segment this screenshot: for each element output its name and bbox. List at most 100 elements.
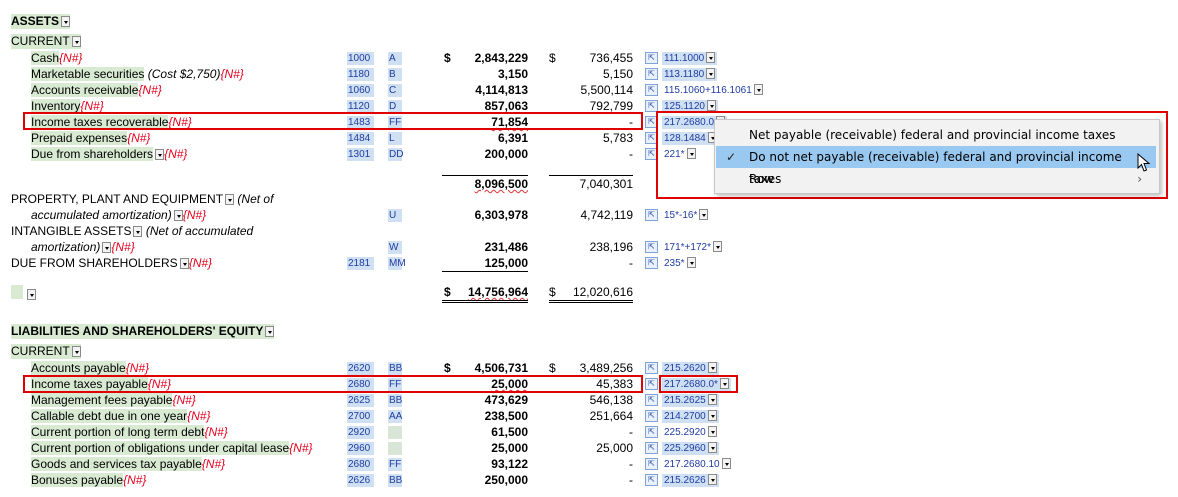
lead-code[interactable]	[388, 442, 402, 455]
current-dropdown[interactable]	[71, 36, 81, 47]
link-icon[interactable]: ⇱	[645, 378, 658, 390]
lead-code[interactable]: BB	[388, 362, 402, 375]
reference-code[interactable]: 113.1180	[662, 68, 718, 81]
ppe-lead[interactable]: U	[388, 209, 402, 222]
lead-code[interactable]: BB	[388, 474, 402, 487]
reference-code[interactable]: 214.2700	[662, 410, 719, 423]
ref-highlight	[659, 375, 738, 393]
account-number[interactable]: 2680	[347, 458, 374, 471]
row-label: Callable debt due in one year{N#}	[31, 409, 211, 423]
row-dropdown[interactable]	[155, 149, 165, 160]
mouse-cursor-icon	[1137, 153, 1151, 172]
intangible-note-dropdown[interactable]	[102, 242, 112, 253]
current-assets-total: 8,096,500	[474, 177, 528, 191]
lead-code[interactable]: FF	[388, 458, 402, 471]
ref-dropdown[interactable]	[753, 84, 763, 95]
prior-year-value: 251,664	[589, 409, 633, 423]
reference-code[interactable]: 215.2625	[662, 394, 719, 407]
check-icon: ✓	[726, 150, 737, 164]
lead-code[interactable]: DD	[388, 148, 403, 161]
current-year-value: 61,500	[491, 425, 528, 439]
link-icon[interactable]: ⇱	[645, 209, 658, 221]
ref-dropdown[interactable]	[707, 474, 717, 485]
due-label: DUE FROM SHAREHOLDERS {N#}	[11, 256, 213, 270]
prior-year-value: -	[629, 457, 633, 471]
current-year-value: 6,391	[497, 131, 528, 145]
account-number[interactable]: 2620	[347, 362, 374, 375]
lead-code[interactable]: B	[388, 68, 402, 81]
ref-dropdown[interactable]	[707, 442, 717, 453]
due-acct[interactable]: 2181	[347, 257, 374, 270]
ref-dropdown[interactable]	[706, 52, 716, 63]
income-taxes-payable-highlight	[23, 375, 643, 393]
liabilities-heading-dropdown[interactable]	[265, 326, 275, 337]
link-icon[interactable]: ⇱	[645, 68, 658, 80]
reference-code[interactable]: 215.2620	[662, 362, 719, 375]
ref-dropdown[interactable]	[706, 100, 716, 111]
menu-item-do-not-net[interactable]: ✓ Do not net payable (receivable) federa…	[716, 146, 1156, 186]
ppe-label: PROPERTY, PLANT AND EQUIPMENT (Net of	[11, 192, 274, 206]
account-number[interactable]: 1060	[347, 84, 374, 97]
ref-dropdown[interactable]	[707, 426, 717, 437]
total-dropdown[interactable]	[27, 289, 36, 300]
intangible-dropdown[interactable]	[133, 226, 143, 237]
reference-code[interactable]: 115.1060+116.1061	[662, 84, 765, 97]
account-number[interactable]: 2920	[347, 426, 374, 439]
due-lead[interactable]: MM	[388, 257, 406, 270]
lead-code[interactable]: BB	[388, 394, 402, 407]
reference-code[interactable]: 225.2920	[662, 426, 719, 439]
due-current: 125,000	[484, 256, 528, 270]
context-menu: Net payable (receivable) federal and pro…	[714, 119, 1160, 194]
link-icon[interactable]: ⇱	[645, 52, 658, 64]
account-number[interactable]: 1180	[347, 68, 374, 81]
lead-code[interactable]	[388, 426, 402, 439]
link-icon[interactable]: ⇱	[645, 474, 658, 486]
reference-code[interactable]: 217.2680.10	[662, 458, 733, 471]
account-number[interactable]: 2626	[347, 474, 374, 487]
current-year-value: 238,500	[484, 409, 528, 423]
lead-code[interactable]: L	[388, 132, 402, 145]
reference-code[interactable]: 111.1000	[662, 52, 718, 65]
ppe-dropdown[interactable]	[225, 194, 235, 205]
link-icon[interactable]: ⇱	[645, 410, 658, 422]
link-icon[interactable]: ⇱	[645, 362, 658, 374]
link-icon[interactable]: ⇱	[645, 257, 658, 269]
link-icon[interactable]: ⇱	[645, 84, 658, 96]
ref-dropdown[interactable]	[707, 394, 717, 405]
reference-code[interactable]: 225.2960	[662, 442, 719, 455]
link-icon[interactable]: ⇱	[645, 458, 658, 470]
assets-heading-dropdown[interactable]	[61, 16, 71, 27]
assets-heading: ASSETS	[11, 14, 71, 29]
ppe-note-dropdown[interactable]	[173, 210, 183, 221]
current-year-value: 200,000	[484, 147, 528, 161]
prior-year-value: -	[629, 147, 633, 161]
prior-year-value: 5,150	[602, 67, 633, 81]
reference-code[interactable]: 215.2626	[662, 474, 719, 487]
lead-code[interactable]: AA	[388, 410, 402, 423]
lead-code[interactable]: C	[388, 84, 402, 97]
ref-dropdown[interactable]	[706, 68, 716, 79]
link-icon[interactable]: ⇱	[645, 241, 658, 253]
link-icon[interactable]: ⇱	[645, 442, 658, 454]
account-number[interactable]: 2625	[347, 394, 374, 407]
menu-item-row[interactable]: Row ›	[716, 168, 1156, 190]
ppe-ref[interactable]: 15*-16*	[662, 209, 710, 222]
account-number[interactable]: 1484	[347, 132, 374, 145]
total-assets: $14,756,964	[444, 285, 528, 299]
account-number[interactable]: 1301	[347, 148, 374, 161]
liab-current-dropdown[interactable]	[71, 346, 81, 357]
link-icon[interactable]: ⇱	[645, 394, 658, 406]
intangible-lead[interactable]: W	[388, 241, 402, 254]
ref-dropdown[interactable]	[707, 410, 717, 421]
link-icon[interactable]: ⇱	[645, 426, 658, 438]
lead-code[interactable]: A	[388, 52, 402, 65]
due-dropdown[interactable]	[179, 258, 189, 269]
account-number[interactable]: 1000	[347, 52, 374, 65]
ref-dropdown[interactable]	[721, 458, 731, 469]
intangible-ref[interactable]: 171*+172*	[662, 241, 724, 254]
menu-item-net[interactable]: Net payable (receivable) federal and pro…	[716, 124, 1156, 146]
ref-dropdown[interactable]	[707, 362, 717, 373]
account-number[interactable]: 2700	[347, 410, 374, 423]
account-number[interactable]: 2960	[347, 442, 374, 455]
due-ref[interactable]: 235*	[662, 257, 698, 270]
